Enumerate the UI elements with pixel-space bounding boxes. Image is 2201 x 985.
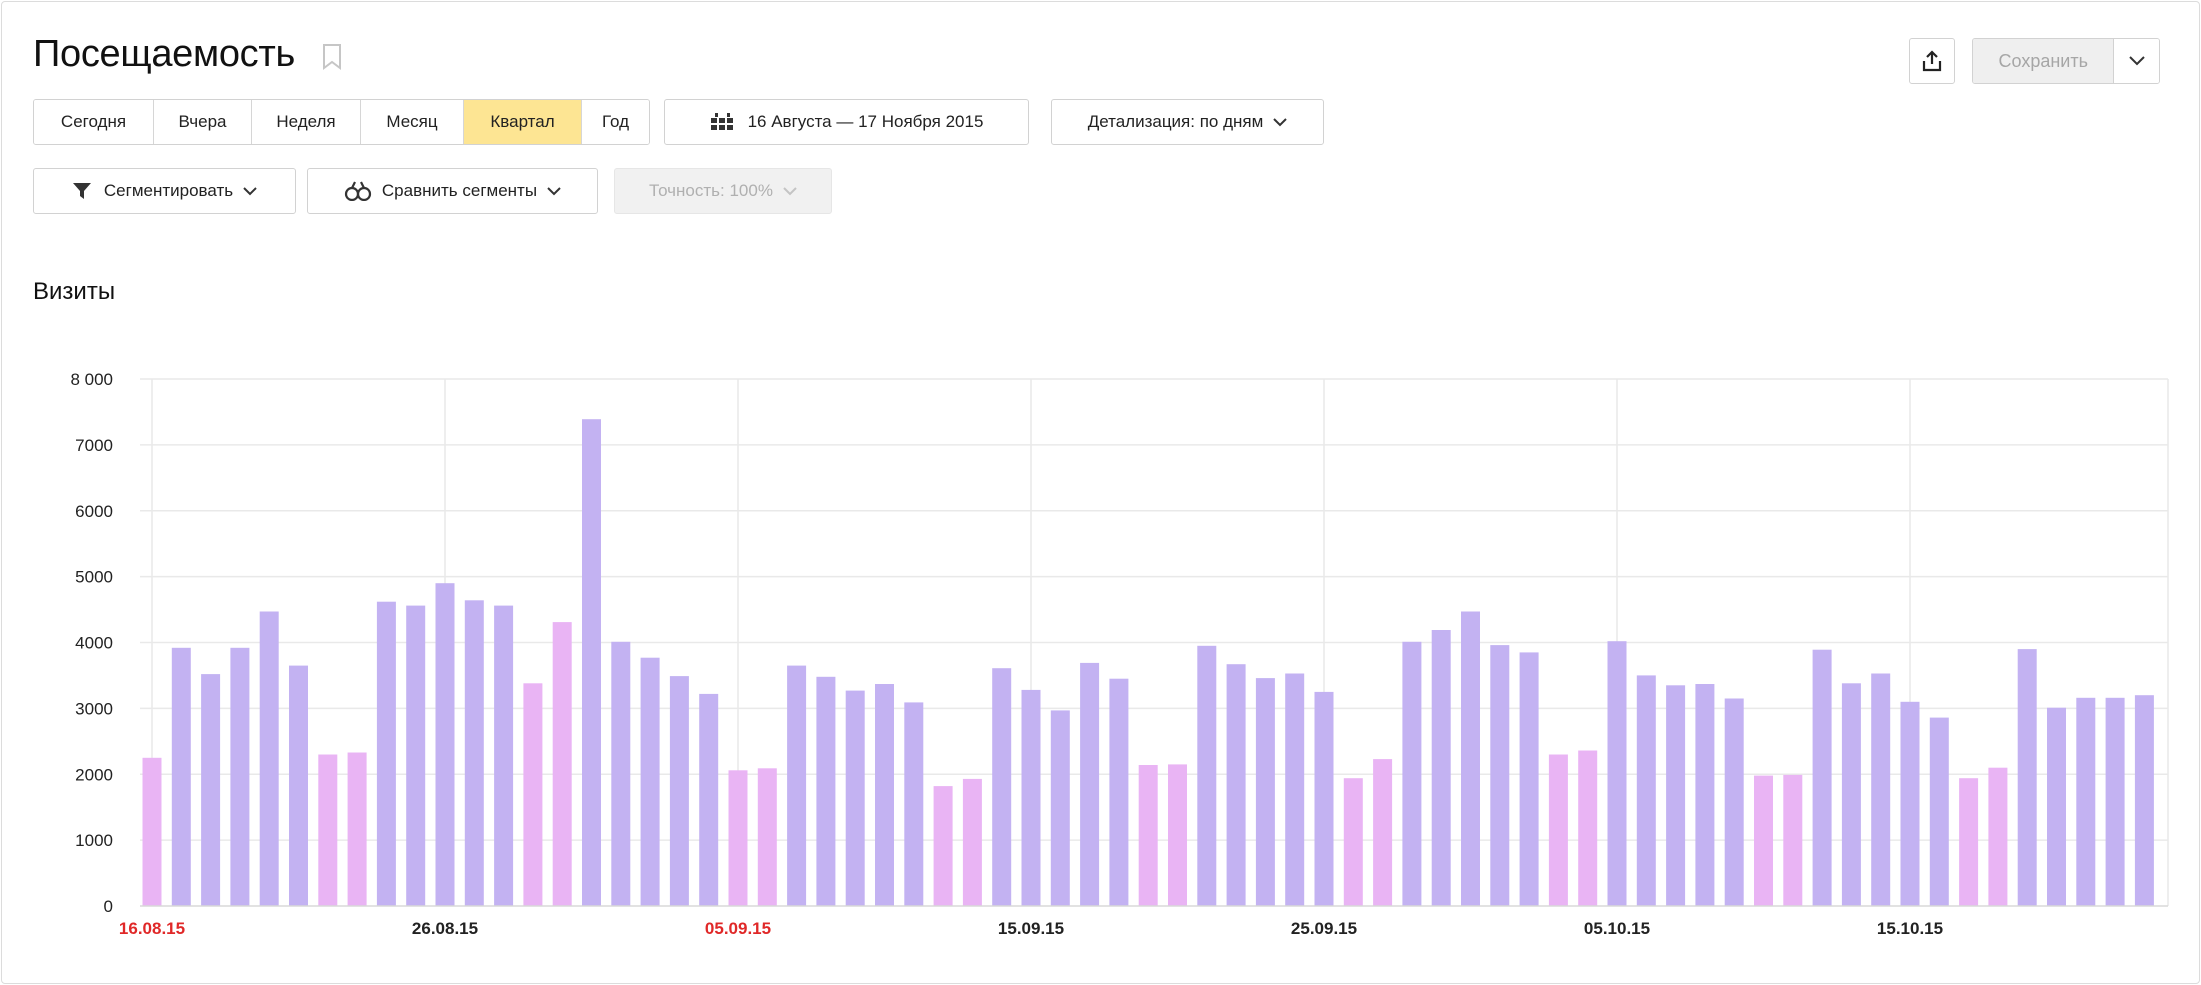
bar [1343, 778, 1363, 906]
bar [1197, 645, 1217, 906]
bar [933, 786, 953, 906]
bar [552, 622, 572, 906]
y-tick-label: 6000 [75, 502, 113, 521]
bar [2047, 707, 2066, 906]
bar [611, 641, 631, 906]
bar [1607, 641, 1627, 906]
bar [992, 668, 1012, 906]
bar [1783, 774, 1803, 906]
bar [757, 768, 777, 906]
bar [699, 693, 719, 906]
bar [845, 690, 865, 906]
x-tick-label: 05.10.15 [1584, 919, 1650, 938]
bar [2105, 697, 2125, 906]
bar [1959, 778, 1979, 906]
bar [1431, 630, 1451, 906]
y-tick-label: 4000 [75, 634, 113, 653]
bar [376, 601, 396, 906]
bar [2134, 695, 2154, 906]
bar [787, 665, 807, 906]
bar [1080, 662, 1100, 906]
bar [406, 605, 426, 906]
bar [2076, 697, 2096, 906]
bar [1109, 678, 1129, 906]
bar [1285, 673, 1305, 906]
x-tick-label: 05.09.15 [705, 919, 771, 938]
bar [1255, 678, 1275, 906]
bar [1841, 683, 1861, 906]
x-tick-label: 16.08.15 [119, 919, 185, 938]
bar [1373, 759, 1393, 906]
bar [1578, 750, 1598, 906]
bar [142, 757, 162, 906]
bar [1900, 701, 1920, 906]
bar [289, 665, 308, 906]
bar [435, 583, 455, 906]
y-tick-label: 0 [104, 897, 113, 916]
bar [1461, 611, 1480, 906]
bar [1490, 645, 1510, 906]
bar [1871, 673, 1891, 906]
x-tick-label: 26.08.15 [412, 919, 478, 938]
bar [318, 754, 338, 906]
x-tick-label: 25.09.15 [1291, 919, 1357, 938]
bar [1519, 652, 1539, 906]
bar [1988, 767, 2008, 906]
bar [347, 752, 367, 906]
bar [1402, 641, 1422, 906]
bar [962, 778, 982, 906]
y-tick-label: 1000 [75, 831, 113, 850]
bar [230, 647, 250, 906]
bar [904, 702, 924, 906]
bar [1548, 754, 1568, 906]
bar [875, 684, 894, 906]
bar [464, 600, 484, 906]
bar [640, 657, 660, 906]
y-tick-label: 5000 [75, 568, 113, 587]
bar [1754, 775, 1773, 906]
bar [1636, 675, 1656, 906]
y-tick-label: 7000 [75, 436, 113, 455]
bar [259, 611, 279, 906]
bar [201, 674, 221, 906]
x-tick-label: 15.10.15 [1877, 919, 1943, 938]
y-tick-label: 2000 [75, 765, 113, 784]
bar [1314, 691, 1334, 906]
bar [171, 647, 191, 906]
bar [582, 419, 601, 906]
bar [1050, 710, 1070, 906]
bar [1929, 717, 1949, 906]
bar [1724, 698, 1744, 906]
bar [494, 605, 514, 906]
y-tick-label: 3000 [75, 699, 113, 718]
bar [2017, 649, 2037, 906]
visits-bar-chart: 0 1000 2000 3000 4000 5000 6000 7000 8 000 16.08.… [70, 370, 2169, 938]
bar [1695, 684, 1715, 906]
y-tick-label: 8 000 [70, 370, 113, 389]
bar [816, 676, 836, 906]
bar [1021, 689, 1041, 906]
bar [523, 683, 543, 906]
bar [1226, 664, 1246, 906]
bar [1812, 649, 1832, 906]
bar [669, 676, 689, 906]
bar [728, 770, 748, 906]
x-tick-label: 15.09.15 [998, 919, 1064, 938]
bar [1666, 685, 1686, 906]
bar [1168, 764, 1187, 906]
bar [1138, 765, 1158, 906]
